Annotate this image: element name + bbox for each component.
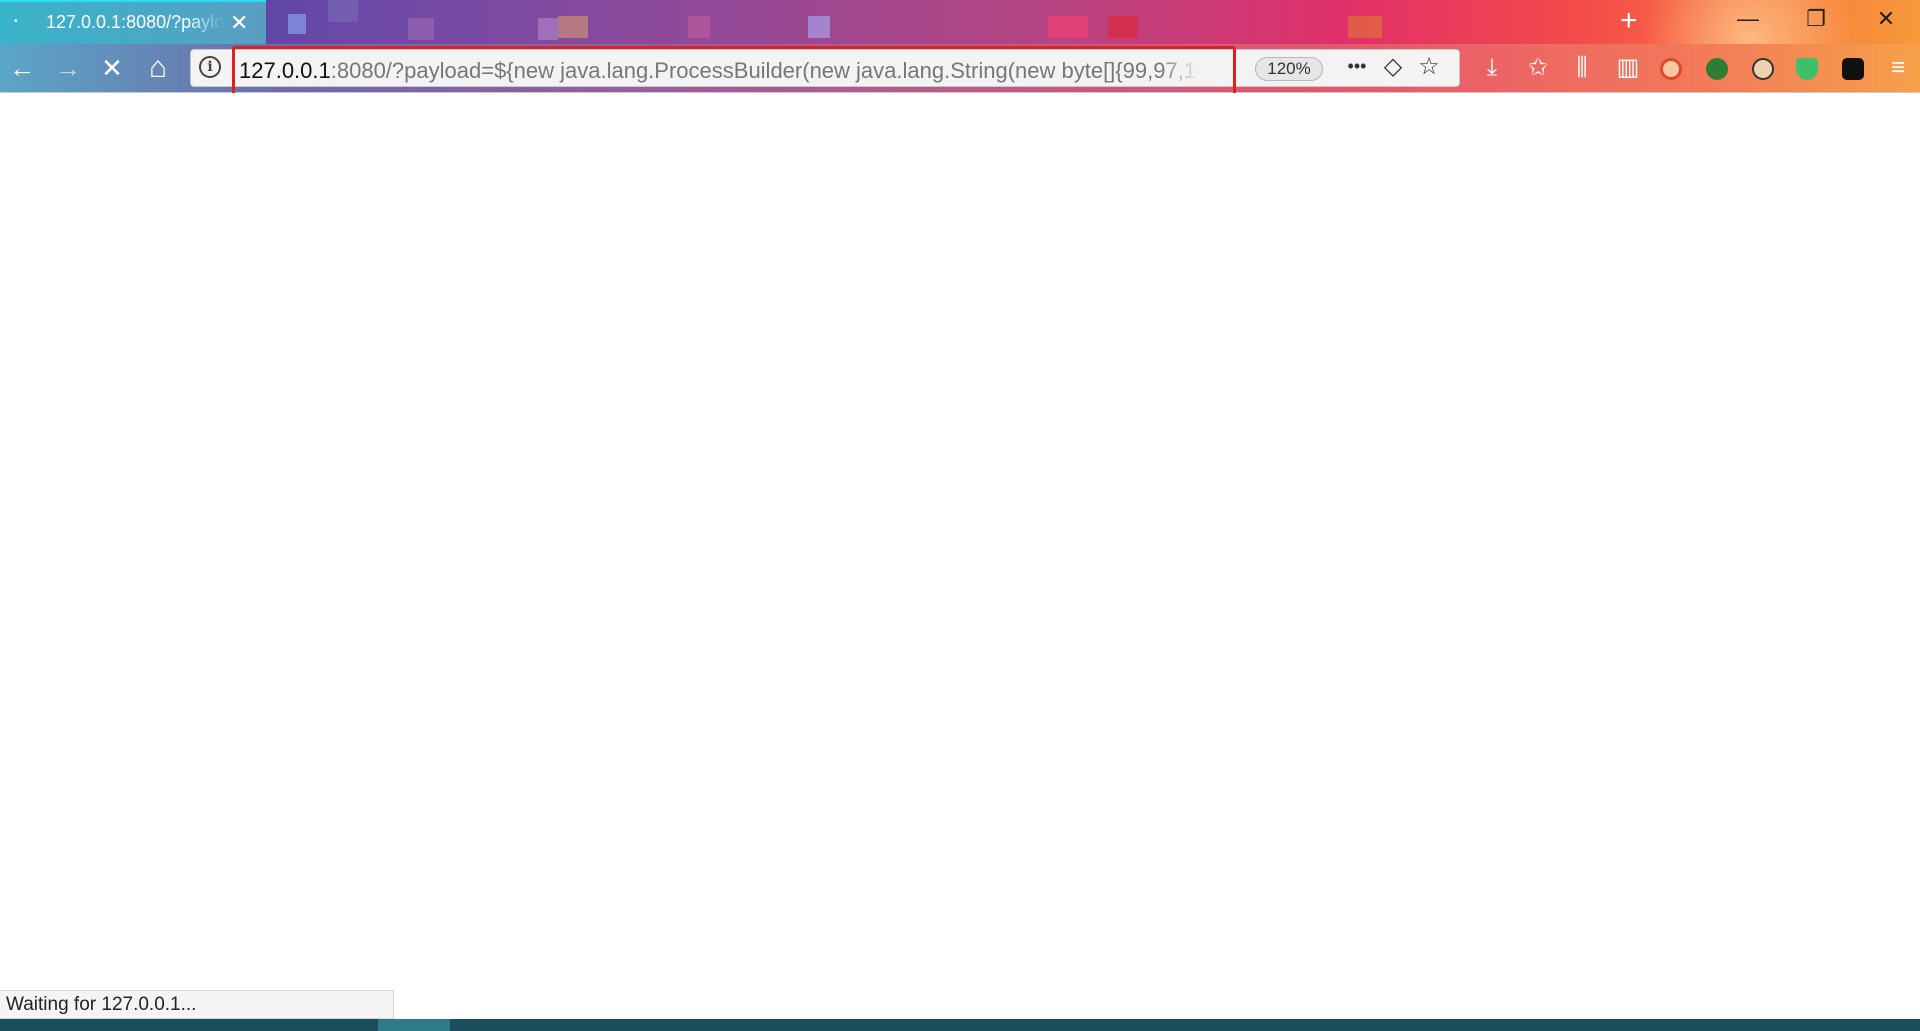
pixelated-tabs-area	[268, 0, 1428, 44]
back-button[interactable]: ←	[4, 44, 40, 92]
zoom-indicator[interactable]: 120%	[1255, 57, 1323, 81]
stop-button[interactable]: ✕	[94, 44, 130, 92]
download-icon[interactable]: ⤓	[1474, 44, 1510, 92]
bookmark-star-icon[interactable]: ☆	[1413, 52, 1445, 81]
status-bar: Waiting for 127.0.0.1...	[0, 990, 394, 1019]
extension-cookie-icon[interactable]	[1752, 58, 1774, 80]
extension-shield-icon[interactable]	[1796, 58, 1818, 80]
minimize-button[interactable]: —	[1728, 6, 1768, 32]
site-info-icon[interactable]: i	[199, 56, 221, 78]
page-content	[0, 93, 1920, 1019]
url-path: :8080/?payload=${new java.lang.ProcessBu…	[330, 58, 1199, 83]
page-actions-button[interactable]: •••	[1341, 56, 1373, 77]
tab-close-icon[interactable]: ✕	[230, 10, 248, 36]
tab-title: 127.0.0.1:8080/?payload=${new java.lang.…	[46, 12, 224, 32]
os-taskbar	[0, 1019, 1920, 1031]
extension-green-icon[interactable]	[1706, 58, 1728, 80]
title-bar: • 127.0.0.1:8080/?payload=${new java.lan…	[0, 0, 1920, 44]
close-window-button[interactable]: ✕	[1866, 6, 1906, 32]
pocket-icon[interactable]: ◇	[1377, 52, 1409, 81]
extension-blocker-icon[interactable]	[1660, 58, 1682, 80]
forward-button[interactable]: →	[50, 44, 86, 92]
url-host: 127.0.0.1	[239, 58, 331, 83]
url-bar[interactable]: i 127.0.0.1:8080/?payload=${new java.lan…	[190, 49, 1460, 87]
tab-loading-icon: •	[14, 16, 18, 27]
url-input[interactable]: 127.0.0.1:8080/?payload=${new java.lang.…	[239, 58, 1199, 84]
new-tab-button[interactable]: +	[1620, 4, 1638, 38]
library-icon[interactable]: ⫼	[1564, 44, 1600, 92]
bookmarks-menu-icon[interactable]: ✩	[1520, 44, 1556, 92]
restore-button[interactable]: ❐	[1796, 6, 1836, 32]
taskbar-active-item[interactable]	[378, 1019, 450, 1031]
home-button[interactable]: ⌂	[140, 44, 176, 92]
menu-icon[interactable]: ≡	[1880, 44, 1916, 92]
extension-dark-icon[interactable]	[1842, 58, 1864, 80]
reader-sidebar-icon[interactable]: ▥	[1610, 44, 1646, 92]
tab-active[interactable]: • 127.0.0.1:8080/?payload=${new java.lan…	[0, 0, 266, 44]
